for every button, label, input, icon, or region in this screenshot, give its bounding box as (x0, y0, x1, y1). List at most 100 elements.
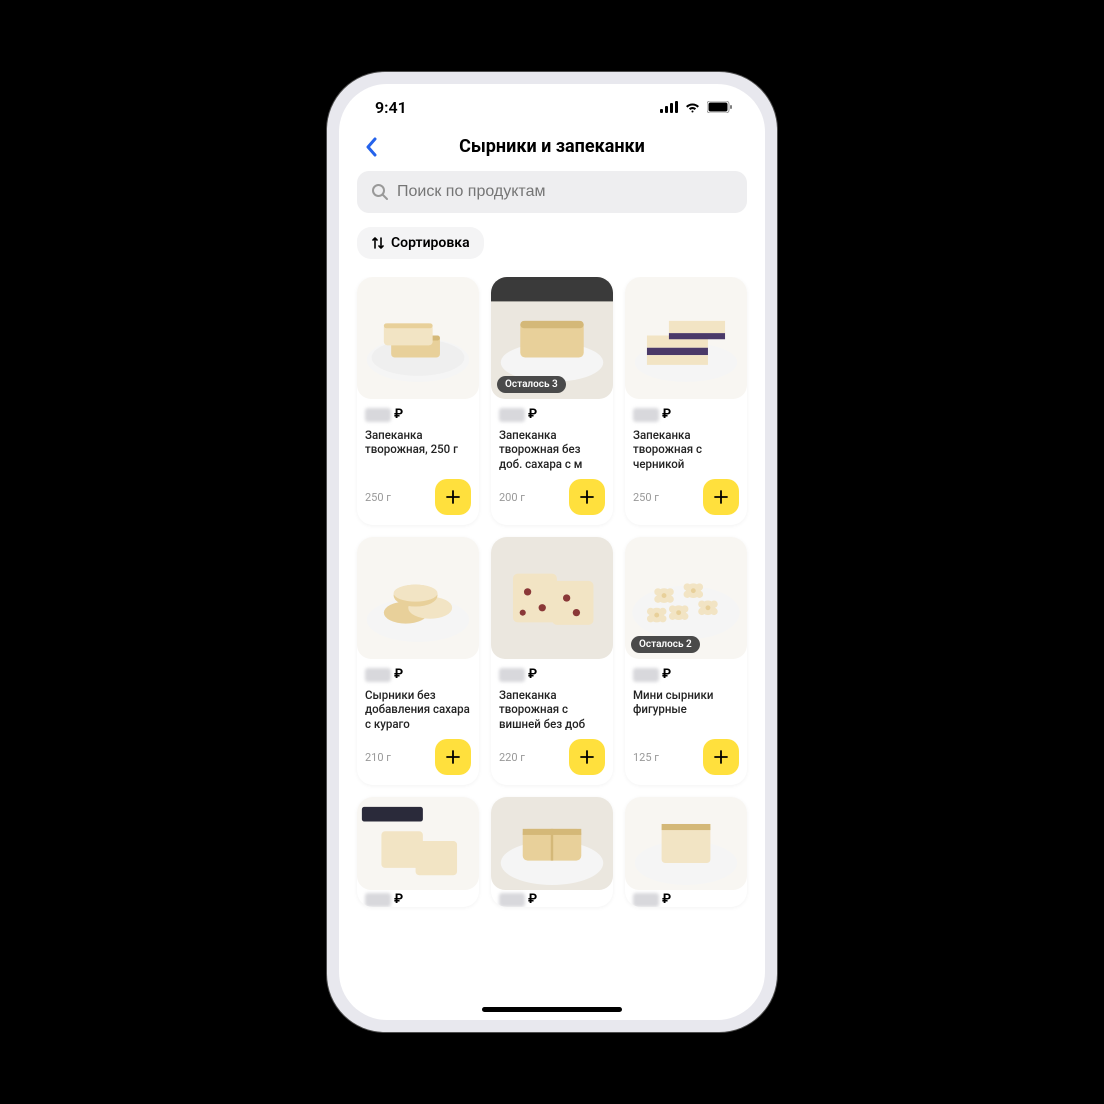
phone-frame: 9:41 Сырники и запеканки Сортировка (327, 72, 777, 1032)
page-title: Сырники и запеканки (357, 136, 747, 157)
card-body: ₽ Запеканка творожная без доб. сахара с … (491, 399, 613, 525)
home-indicator[interactable] (482, 1007, 622, 1012)
wifi-icon (684, 101, 701, 113)
card-body: ₽ Запеканка творожная с черникой 250 г (625, 399, 747, 525)
status-time: 9:41 (375, 98, 407, 117)
plus-icon (579, 749, 595, 765)
product-name: Мини сырники фигурные (633, 688, 739, 731)
plus-icon (713, 749, 729, 765)
product-name: Запеканка творожная, 250 г (365, 428, 471, 471)
sort-button[interactable]: Сортировка (357, 227, 484, 259)
back-button[interactable] (357, 133, 385, 161)
add-button[interactable] (703, 479, 739, 515)
currency-symbol: ₽ (528, 407, 537, 422)
currency-symbol: ₽ (662, 407, 671, 422)
product-weight: 125 г (633, 751, 659, 764)
product-card[interactable]: ₽ Запеканка творожная с черникой 250 г (625, 277, 747, 525)
product-card[interactable]: Осталось 2 ₽ Мини сырники фигурные 125 г (625, 537, 747, 785)
card-footer: 210 г (365, 731, 471, 775)
search-input[interactable] (397, 183, 733, 201)
product-image (357, 537, 479, 659)
product-grid-container: ₽ Запеканка творожная, 250 г 250 г Остал… (339, 277, 765, 1020)
price-value-blurred (633, 408, 659, 422)
status-icons (660, 101, 733, 113)
price-row: ₽ (633, 667, 739, 682)
price-value-blurred (633, 893, 659, 907)
product-weight: 200 г (499, 491, 525, 504)
price-value-blurred (365, 408, 391, 422)
add-button[interactable] (569, 479, 605, 515)
battery-icon (707, 101, 733, 113)
sort-icon (371, 236, 385, 250)
status-bar: 9:41 (339, 84, 765, 130)
product-card[interactable]: ₽ Запеканка творожная с вишней без доб 2… (491, 537, 613, 785)
sort-label: Сортировка (391, 235, 470, 251)
card-footer: 125 г (633, 731, 739, 775)
currency-symbol: ₽ (662, 667, 671, 682)
product-weight: 250 г (633, 491, 659, 504)
price-value-blurred (633, 668, 659, 682)
search-bar[interactable] (357, 171, 747, 213)
card-footer: 250 г (633, 471, 739, 515)
currency-symbol: ₽ (394, 667, 403, 682)
currency-symbol: ₽ (528, 667, 537, 682)
stock-badge: Осталось 2 (631, 636, 700, 653)
product-card[interactable]: ₽ Запеканка творожная, 250 г 250 г (357, 277, 479, 525)
product-grid[interactable]: ₽ Запеканка творожная, 250 г 250 г Остал… (357, 277, 747, 907)
price-value-blurred (499, 893, 525, 907)
plus-icon (579, 489, 595, 505)
product-image: Осталось 3 (491, 277, 613, 399)
product-card[interactable]: Осталось 3 ₽ Запеканка творожная без доб… (491, 277, 613, 525)
card-body: ₽ Мини сырники фигурные 125 г (625, 659, 747, 785)
price-row: ₽ (499, 667, 605, 682)
card-footer: 200 г (499, 471, 605, 515)
card-body: ₽ Сырники без добавления сахара с кураго… (357, 659, 479, 785)
currency-symbol: ₽ (662, 892, 671, 907)
price-row: ₽ (491, 890, 613, 907)
price-row: ₽ (365, 667, 471, 682)
product-image (357, 277, 479, 399)
plus-icon (713, 489, 729, 505)
product-image (625, 277, 747, 399)
product-card[interactable]: ₽ (625, 797, 747, 907)
price-row: ₽ (633, 407, 739, 422)
product-name: Сырники без добавления сахара с кураго (365, 688, 471, 731)
search-icon (371, 183, 389, 201)
price-row: ₽ (365, 407, 471, 422)
product-image (625, 797, 747, 890)
product-image: Осталось 2 (625, 537, 747, 659)
product-weight: 220 г (499, 751, 525, 764)
card-body: ₽ Запеканка творожная, 250 г 250 г (357, 399, 479, 525)
product-weight: 250 г (365, 491, 391, 504)
product-weight: 210 г (365, 751, 391, 764)
product-card[interactable]: ₽ Сырники без добавления сахара с кураго… (357, 537, 479, 785)
product-name: Запеканка творожная без доб. сахара с м (499, 428, 605, 471)
product-name: Запеканка творожная с черникой (633, 428, 739, 471)
price-value-blurred (499, 408, 525, 422)
product-image (357, 797, 479, 890)
add-button[interactable] (569, 739, 605, 775)
price-value-blurred (365, 893, 391, 907)
currency-symbol: ₽ (528, 892, 537, 907)
card-body: ₽ Запеканка творожная с вишней без доб 2… (491, 659, 613, 785)
add-button[interactable] (703, 739, 739, 775)
signal-icon (660, 101, 678, 113)
plus-icon (445, 749, 461, 765)
product-image (491, 537, 613, 659)
price-value-blurred (365, 668, 391, 682)
card-footer: 220 г (499, 731, 605, 775)
currency-symbol: ₽ (394, 892, 403, 907)
screen: 9:41 Сырники и запеканки Сортировка (339, 84, 765, 1020)
plus-icon (445, 489, 461, 505)
stock-badge: Осталось 3 (497, 376, 566, 393)
product-card[interactable]: ₽ (491, 797, 613, 907)
add-button[interactable] (435, 739, 471, 775)
add-button[interactable] (435, 479, 471, 515)
product-card[interactable]: ₽ (357, 797, 479, 907)
product-image (491, 797, 613, 890)
product-name: Запеканка творожная с вишней без доб (499, 688, 605, 731)
price-row: ₽ (357, 890, 479, 907)
price-value-blurred (499, 668, 525, 682)
chevron-left-icon (365, 137, 377, 157)
currency-symbol: ₽ (394, 407, 403, 422)
